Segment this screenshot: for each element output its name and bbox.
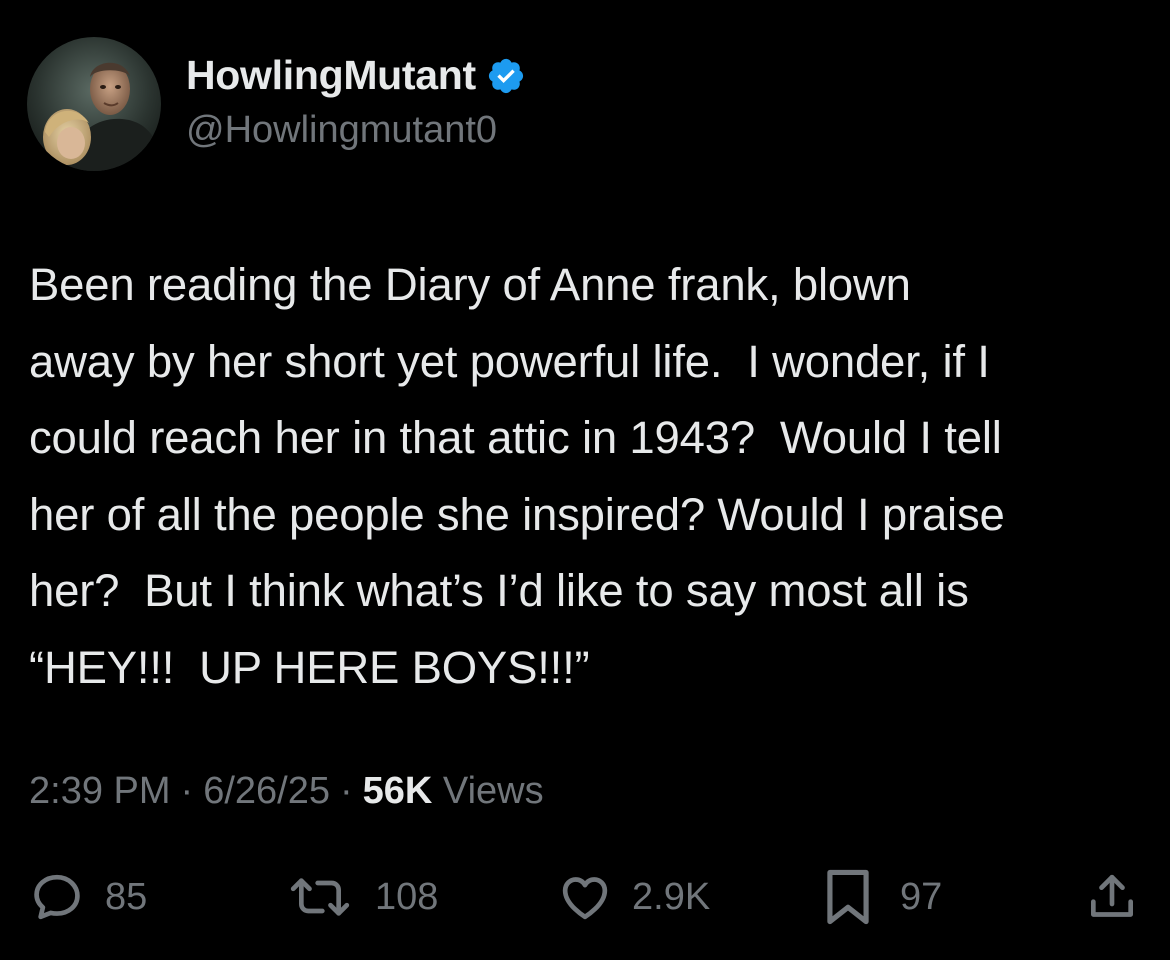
author-display-name[interactable]: HowlingMutant xyxy=(186,52,526,99)
tweet-text: Been reading the Diary of Anne frank, bl… xyxy=(29,259,1005,693)
views-label[interactable]: Views xyxy=(443,770,544,812)
reply-button[interactable]: 85 xyxy=(29,862,147,932)
verified-badge-icon[interactable] xyxy=(486,56,526,96)
action-bar: 85 108 2.9K 97 xyxy=(0,862,1170,932)
meta-separator: · xyxy=(339,770,353,812)
tweet: HowlingMutant @Howlingmutant0 Been readi… xyxy=(0,0,1170,960)
heart-icon xyxy=(556,869,614,925)
tweet-time[interactable]: 2:39 PM xyxy=(29,770,171,812)
bookmark-count: 97 xyxy=(900,875,943,918)
author-handle[interactable]: @Howlingmutant0 xyxy=(186,109,497,152)
share-button[interactable] xyxy=(1084,862,1140,932)
meta-separator: · xyxy=(180,770,194,812)
like-button[interactable]: 2.9K xyxy=(556,862,710,932)
tweet-date[interactable]: 6/26/25 xyxy=(203,770,330,812)
tweet-meta: 2:39 PM · 6/26/25 · 56K Views xyxy=(29,770,544,813)
author-name-text[interactable]: HowlingMutant xyxy=(186,52,476,99)
repost-arrows-icon xyxy=(287,869,353,925)
repost-button[interactable]: 108 xyxy=(287,862,438,932)
like-count: 2.9K xyxy=(632,875,711,918)
bookmark-icon xyxy=(822,866,874,928)
avatar[interactable] xyxy=(27,37,161,171)
speech-bubble-icon xyxy=(29,869,85,925)
reply-count: 85 xyxy=(105,875,148,918)
bookmark-button[interactable]: 97 xyxy=(822,862,942,932)
share-upload-icon xyxy=(1084,869,1140,925)
repost-count: 108 xyxy=(375,875,439,918)
views-count[interactable]: 56K xyxy=(363,770,433,812)
